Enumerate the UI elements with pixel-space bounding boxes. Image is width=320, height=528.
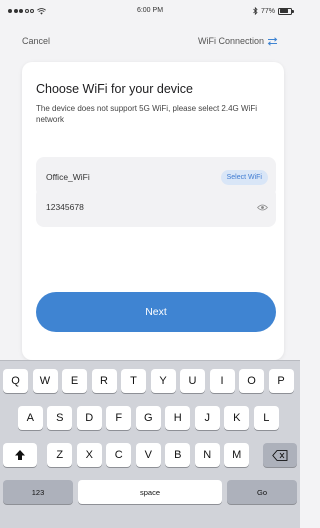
key-u[interactable]: U: [180, 369, 205, 393]
key-s[interactable]: S: [47, 406, 73, 430]
wifi-password-input[interactable]: [46, 202, 196, 212]
shift-key[interactable]: [3, 443, 37, 467]
key-e[interactable]: E: [62, 369, 87, 393]
signal-dots-icon: [8, 9, 34, 13]
battery-level: [279, 9, 288, 13]
battery-percentage: 77%: [260, 7, 275, 15]
delete-key[interactable]: [263, 443, 297, 467]
wifi-notice-text: The device does not support 5G WiFi, ple…: [36, 104, 257, 124]
key-x[interactable]: X: [76, 443, 102, 467]
key-z[interactable]: Z: [47, 443, 73, 467]
key-t[interactable]: T: [121, 369, 146, 393]
battery-icon: [278, 7, 294, 15]
shift-icon: [15, 450, 25, 460]
key-p[interactable]: P: [268, 369, 294, 393]
on-screen-keyboard: Q W E R T Y U I O P A S D F G H J K L Z X C V B N M 123 space Go: [0, 360, 300, 528]
key-g[interactable]: G: [135, 406, 161, 430]
key-m[interactable]: M: [224, 443, 250, 467]
go-key[interactable]: Go: [227, 480, 297, 504]
key-n[interactable]: N: [194, 443, 220, 467]
key-q[interactable]: Q: [3, 369, 28, 393]
key-b[interactable]: B: [165, 443, 191, 467]
key-h[interactable]: H: [165, 406, 191, 430]
signal-indicator: [8, 7, 46, 15]
key-j[interactable]: J: [194, 406, 220, 430]
key-v[interactable]: V: [135, 443, 161, 467]
swap-arrows-icon: [267, 36, 278, 46]
wifi-password-field[interactable]: [36, 187, 276, 227]
next-button[interactable]: Next: [36, 292, 276, 332]
key-c[interactable]: C: [106, 443, 132, 467]
key-f[interactable]: F: [106, 406, 132, 430]
space-key[interactable]: space: [78, 480, 222, 504]
key-k[interactable]: K: [224, 406, 250, 430]
wifi-name-input[interactable]: [46, 172, 196, 182]
key-w[interactable]: W: [32, 369, 58, 393]
key-y[interactable]: Y: [150, 369, 176, 393]
wifi-setup-card: Choose WiFi for your device The device d…: [22, 62, 284, 360]
key-a[interactable]: A: [17, 406, 43, 430]
wifi-connection-button[interactable]: WiFi Connection: [198, 36, 278, 46]
key-d[interactable]: D: [76, 406, 102, 430]
eye-icon[interactable]: [257, 204, 268, 211]
bluetooth-icon: [253, 7, 258, 15]
cancel-button[interactable]: Cancel: [22, 36, 50, 46]
status-bar: 6:00 PM 77%: [0, 0, 300, 22]
wifi-signal-icon: [37, 7, 46, 15]
key-l[interactable]: L: [253, 406, 279, 430]
key-i[interactable]: I: [209, 369, 235, 393]
wifi-connection-label: WiFi Connection: [197, 36, 264, 46]
key-r[interactable]: R: [91, 369, 117, 393]
key-o[interactable]: O: [239, 369, 264, 393]
nav-bar: Cancel WiFi Connection: [0, 30, 300, 52]
numbers-key[interactable]: 123: [3, 480, 73, 504]
page-title: Choose WiFi for your device: [36, 82, 194, 96]
select-wifi-button[interactable]: Select WiFi: [220, 169, 268, 185]
delete-icon: [272, 449, 288, 461]
